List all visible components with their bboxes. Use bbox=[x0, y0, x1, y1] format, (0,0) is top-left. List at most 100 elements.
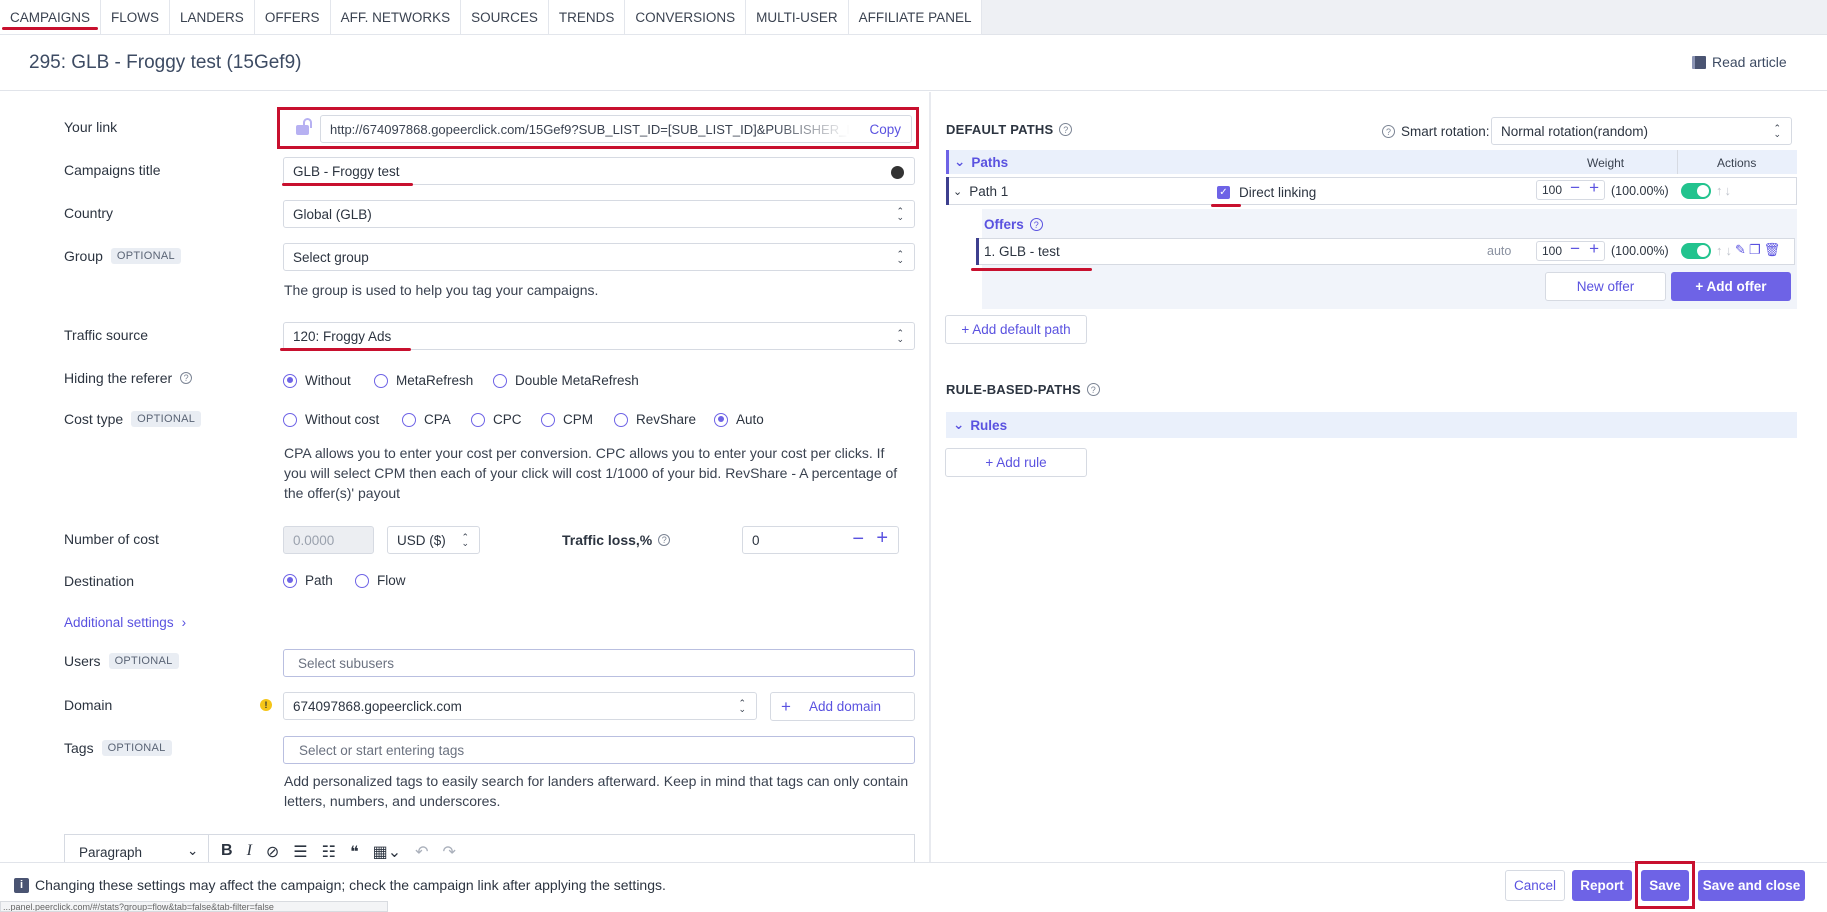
path-toggle[interactable] bbox=[1681, 183, 1711, 199]
tab-affiliate-panel[interactable]: AFFILIATE PANEL bbox=[848, 0, 983, 35]
bulleted-list-icon[interactable]: ☰ bbox=[293, 842, 307, 862]
header-divider bbox=[0, 90, 1827, 91]
copy-icon[interactable]: ❐ bbox=[1749, 242, 1761, 258]
domain-select[interactable]: 674097868.gopeerclick.com ⌃ ⌄ bbox=[283, 692, 757, 720]
weight-header: Weight bbox=[1587, 156, 1625, 170]
report-button[interactable]: Report bbox=[1572, 870, 1632, 901]
tab-conversions[interactable]: CONVERSIONS bbox=[625, 0, 747, 35]
edit-icon[interactable]: ✎ bbox=[1735, 242, 1746, 258]
paths-header[interactable]: ⌄ Paths bbox=[954, 154, 1008, 170]
cost-input[interactable]: 0.0000 bbox=[283, 526, 374, 554]
italic-icon[interactable]: I bbox=[247, 842, 252, 862]
paragraph-dropdown[interactable]: Paragraph ⌄ bbox=[65, 835, 209, 864]
tab-sources[interactable]: SOURCES bbox=[461, 0, 549, 35]
rules-header[interactable]: ⌄ Rules bbox=[953, 417, 1007, 433]
blockquote-icon[interactable]: ❝ bbox=[350, 842, 359, 862]
radio-cpm[interactable]: CPM bbox=[541, 412, 593, 427]
tab-multi-user[interactable]: MULTI-USER bbox=[746, 0, 849, 35]
minus-icon[interactable]: − bbox=[1570, 239, 1580, 259]
link-icon[interactable]: ⊘ bbox=[266, 842, 279, 862]
direct-linking-checkbox[interactable]: ✓ Direct linking bbox=[1217, 185, 1316, 200]
arrow-down-icon[interactable]: ↓ bbox=[1725, 183, 1732, 198]
new-offer-button[interactable]: New offer bbox=[1545, 272, 1666, 301]
currency-select[interactable]: USD ($) ⌃ ⌄ bbox=[387, 526, 480, 554]
tab-offers[interactable]: OFFERS bbox=[254, 0, 331, 35]
help-icon[interactable]: ? bbox=[1059, 123, 1073, 136]
your-link-label-text: Your link bbox=[64, 119, 118, 135]
save-and-close-button[interactable]: Save and close bbox=[1698, 870, 1805, 901]
rule-based-paths-text: RULE-BASED-PATHS bbox=[946, 382, 1081, 397]
radio-double-metarefresh[interactable]: Double MetaRefresh bbox=[493, 373, 639, 388]
add-rule-button[interactable]: + Add rule bbox=[945, 448, 1087, 477]
add-offer-button[interactable]: + Add offer bbox=[1671, 272, 1791, 301]
tab-flows[interactable]: FLOWS bbox=[101, 0, 171, 35]
radio-revshare[interactable]: RevShare bbox=[614, 412, 696, 427]
arrow-up-icon[interactable]: ↑ bbox=[1716, 183, 1723, 198]
radio-metarefresh[interactable]: MetaRefresh bbox=[374, 373, 473, 388]
unlock-icon[interactable] bbox=[294, 117, 312, 135]
copy-link-button[interactable]: Copy bbox=[869, 122, 901, 137]
arrow-down-icon[interactable]: ↓ bbox=[1726, 243, 1733, 258]
table-icon[interactable]: ▦⌄ bbox=[373, 842, 402, 862]
users-select[interactable]: Select subusers bbox=[283, 649, 915, 677]
radio-cpa[interactable]: CPA bbox=[402, 412, 451, 427]
help-icon[interactable]: ? bbox=[1382, 125, 1395, 138]
help-icon[interactable]: ? bbox=[1029, 218, 1043, 231]
arrow-up-icon[interactable]: ↑ bbox=[1716, 243, 1723, 258]
help-icon[interactable]: ? bbox=[1086, 383, 1100, 396]
trash-icon[interactable]: 🗑 bbox=[1764, 242, 1781, 258]
help-icon[interactable]: ? bbox=[180, 372, 193, 384]
plus-icon[interactable]: + bbox=[876, 527, 888, 550]
tab-landers[interactable]: LANDERS bbox=[170, 0, 255, 35]
tags-input[interactable]: Select or start entering tags bbox=[283, 736, 915, 764]
add-default-path-button[interactable]: + Add default path bbox=[945, 315, 1087, 344]
radio-without-cost[interactable]: Without cost bbox=[283, 412, 379, 427]
your-link-field[interactable]: http://674097868.gopeerclick.com/15Gef9?… bbox=[320, 115, 912, 143]
tab-campaigns[interactable]: CAMPAIGNS bbox=[0, 0, 102, 35]
smart-rotation-label-text: Smart rotation: bbox=[1401, 124, 1490, 139]
smart-rotation-label: ? Smart rotation: bbox=[1382, 124, 1490, 139]
minus-icon[interactable]: − bbox=[1570, 178, 1580, 198]
group-select[interactable]: Select group ⌃ ⌄ bbox=[283, 243, 915, 271]
add-domain-button[interactable]: + Add domain bbox=[770, 692, 915, 721]
campaign-title-input[interactable]: GLB - Froggy test bbox=[283, 157, 915, 185]
optional-badge: OPTIONAL bbox=[101, 740, 172, 756]
tab-trends[interactable]: TRENDS bbox=[548, 0, 626, 35]
traffic-loss-label: Traffic loss,%? bbox=[562, 532, 671, 548]
radio-path[interactable]: Path bbox=[283, 573, 333, 588]
plus-icon[interactable]: + bbox=[1589, 239, 1599, 259]
color-dot-icon[interactable] bbox=[891, 166, 904, 179]
radio-cpc[interactable]: CPC bbox=[471, 412, 522, 427]
path-row[interactable] bbox=[946, 177, 1797, 205]
offer-weight-stepper[interactable]: 100 − + bbox=[1536, 239, 1605, 261]
save-button[interactable]: Save bbox=[1641, 870, 1689, 901]
plus-icon[interactable]: + bbox=[1589, 178, 1599, 198]
offer-toggle[interactable] bbox=[1681, 243, 1711, 259]
tags-placeholder: Select or start entering tags bbox=[299, 742, 465, 758]
smart-rotation-select[interactable]: Normal rotation(random) ⌃ ⌄ bbox=[1491, 117, 1792, 145]
radio-auto[interactable]: Auto bbox=[714, 412, 764, 427]
traffic-loss-stepper[interactable]: 0 − + bbox=[742, 526, 899, 554]
radio-without[interactable]: Without bbox=[283, 373, 351, 388]
country-select[interactable]: Global (GLB) ⌃ ⌄ bbox=[283, 200, 915, 228]
additional-settings-link[interactable]: Additional settings › bbox=[64, 615, 186, 630]
undo-icon[interactable]: ↶ bbox=[415, 842, 428, 862]
path-name[interactable]: ⌄ Path 1 bbox=[953, 184, 1008, 199]
underline-traffic-source bbox=[280, 348, 411, 351]
path-move-arrows[interactable]: ↑ ↓ bbox=[1716, 183, 1731, 198]
read-article-link[interactable]: Read article bbox=[1692, 54, 1787, 70]
offer-row[interactable] bbox=[976, 238, 1795, 265]
numbered-list-icon[interactable]: ☷ bbox=[322, 842, 336, 862]
minus-icon[interactable]: − bbox=[852, 528, 864, 551]
radio-flow[interactable]: Flow bbox=[355, 573, 406, 588]
help-icon[interactable]: ? bbox=[658, 534, 671, 546]
add-offer-label: + Add offer bbox=[1695, 279, 1767, 294]
your-link-label: Your link bbox=[64, 119, 117, 135]
redo-icon[interactable]: ↷ bbox=[443, 842, 456, 862]
bold-icon[interactable]: B bbox=[221, 842, 233, 862]
traffic-source-select[interactable]: 120: Froggy Ads ⌃ ⌄ bbox=[283, 322, 915, 350]
cancel-button[interactable]: Cancel bbox=[1505, 870, 1565, 901]
path-weight-stepper[interactable]: 100 − + bbox=[1536, 178, 1605, 200]
tab-aff-networks[interactable]: AFF. NETWORKS bbox=[330, 0, 462, 35]
users-label: Users OPTIONAL bbox=[64, 653, 179, 669]
